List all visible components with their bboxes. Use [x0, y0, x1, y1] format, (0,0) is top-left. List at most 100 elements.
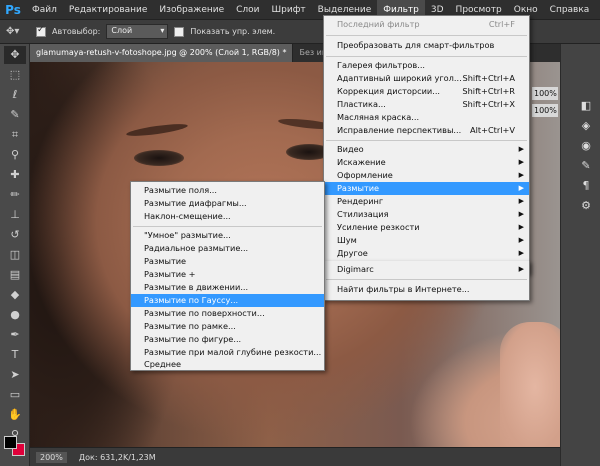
- photoshop-logo-icon: Ps: [5, 2, 21, 17]
- submenu-arrow-icon: ▶: [518, 236, 524, 244]
- blur-box[interactable]: Размытие по рамке...: [131, 320, 324, 333]
- menu-oil-paint[interactable]: Масляная краска...: [324, 111, 529, 124]
- submenu-arrow-icon: ▶: [518, 249, 524, 257]
- status-bar: 200% Док: 631,2K/1,23M: [30, 447, 560, 466]
- menu-blur[interactable]: Размытие ▶: [324, 182, 529, 195]
- blur-smart[interactable]: "Умное" размытие...: [131, 229, 324, 242]
- image-left-eye: [134, 150, 184, 166]
- submenu-arrow-icon: ▶: [518, 223, 524, 231]
- image-left-eyebrow: [125, 121, 189, 139]
- blur-tilt-shift[interactable]: Наклон-смещение...: [131, 210, 324, 223]
- pen-tool-icon[interactable]: ✒: [4, 326, 26, 344]
- show-controls-checkbox[interactable]: [174, 26, 185, 37]
- menu-pixelate[interactable]: Оформление ▶: [324, 169, 529, 182]
- autoselect-label: Автовыбор:: [52, 27, 101, 36]
- menu-separator: [326, 56, 527, 57]
- menu-edit[interactable]: Редактирование: [63, 0, 154, 20]
- lasso-tool-icon[interactable]: ℓ: [4, 86, 26, 104]
- brush-tool-icon[interactable]: ✏: [4, 186, 26, 204]
- menu-help[interactable]: Справка: [544, 0, 596, 20]
- move-tool-preset-icon[interactable]: ✥▾: [6, 24, 30, 40]
- submenu-arrow-icon: ▶: [518, 145, 524, 153]
- doc-tab-active[interactable]: glamumaya-retush-v-fotoshope.jpg @ 200% …: [30, 44, 294, 62]
- blur-more[interactable]: Размытие +: [131, 268, 324, 281]
- paths-panel-icon[interactable]: ✎: [578, 158, 594, 174]
- doc-size[interactable]: Док: 631,2K/1,23M: [79, 453, 156, 462]
- shape-tool-icon[interactable]: ▭: [4, 386, 26, 404]
- path-select-tool-icon[interactable]: ➤: [4, 366, 26, 384]
- menu-lens-correction[interactable]: Коррекция дисторсии... Shift+Ctrl+R: [324, 85, 529, 98]
- opacity-field[interactable]: 100%: [532, 87, 558, 100]
- filter-menu: Последний фильтр Ctrl+F Преобразовать для…: [323, 15, 530, 274]
- menu-adaptive-wide-angle[interactable]: Адаптивный широкий угол... Shift+Ctrl+A: [324, 72, 529, 85]
- channels-panel-icon[interactable]: ◉: [578, 138, 594, 154]
- submenu-arrow-icon: ▶: [518, 197, 524, 205]
- blur-average[interactable]: Среднее: [131, 359, 324, 370]
- menu-separator: [326, 279, 527, 280]
- submenu-arrow-icon: ▶: [518, 171, 524, 179]
- blur-surface[interactable]: Размытие по поверхности...: [131, 307, 324, 320]
- dodge-tool-icon[interactable]: ●: [4, 306, 26, 324]
- marquee-tool-icon[interactable]: ⬚: [4, 66, 26, 84]
- submenu-arrow-icon: ▶: [518, 265, 524, 273]
- layer-select[interactable]: Слой: [106, 24, 169, 39]
- foreground-color-swatch[interactable]: [4, 436, 17, 449]
- menu-other[interactable]: Другое ▶: [324, 247, 529, 260]
- quick-select-tool-icon[interactable]: ✎: [4, 106, 26, 124]
- blur-basic[interactable]: Размытие: [131, 255, 324, 268]
- show-controls-label: Показать упр. элем.: [190, 27, 276, 36]
- healing-brush-tool-icon[interactable]: ✚: [4, 166, 26, 184]
- menu-video[interactable]: Видео ▶: [324, 143, 529, 156]
- adjustments-panel-icon[interactable]: ¶: [578, 178, 594, 194]
- filter-menu-bottom: Digimarc ▶ Найти фильтры в Интернете...: [323, 261, 530, 301]
- submenu-arrow-icon: ▶: [518, 210, 524, 218]
- toolbox: ✥ ⬚ ℓ ✎ ⌗ ⚲ ✚ ✏ ⊥ ↺ ◫ ▤ ◆ ● ✒ T ➤ ▭ ✋ ⚲: [0, 44, 30, 466]
- menu-type[interactable]: Шрифт: [266, 0, 312, 20]
- properties-panel-icon[interactable]: ⚙: [578, 198, 594, 214]
- submenu-arrow-icon: ▶: [518, 158, 524, 166]
- eraser-tool-icon[interactable]: ◫: [4, 246, 26, 264]
- blur-iris[interactable]: Размытие диафрагмы...: [131, 197, 324, 210]
- menu-separator: [326, 35, 527, 36]
- menu-digimarc[interactable]: Digimarc ▶: [324, 263, 529, 276]
- submenu-arrow-icon: ▶: [518, 184, 524, 192]
- menu-render[interactable]: Рендеринг ▶: [324, 195, 529, 208]
- zoom-level[interactable]: 200%: [36, 451, 67, 463]
- menu-convert-smart-filters[interactable]: Преобразовать для смарт-фильтров: [324, 39, 529, 52]
- type-tool-icon[interactable]: T: [4, 346, 26, 364]
- blur-submenu: Размытие поля... Размытие диафрагмы... Н…: [130, 181, 325, 371]
- eyedropper-tool-icon[interactable]: ⚲: [4, 146, 26, 164]
- blur-gaussian[interactable]: Размытие по Гауссу...: [131, 294, 324, 307]
- menu-liquify[interactable]: Пластика... Shift+Ctrl+X: [324, 98, 529, 111]
- image-hand: [500, 322, 560, 447]
- menu-vanishing-point[interactable]: Исправление перспективы... Alt+Ctrl+V: [324, 124, 529, 137]
- layers-panel-icon[interactable]: ◈: [578, 118, 594, 134]
- autoselect-checkbox[interactable]: [36, 25, 46, 37]
- blur-radial[interactable]: Радиальное размытие...: [131, 242, 324, 255]
- menu-image[interactable]: Изображение: [153, 0, 230, 20]
- menu-layers[interactable]: Слои: [230, 0, 265, 20]
- blur-tool-icon[interactable]: ◆: [4, 286, 26, 304]
- blur-shape[interactable]: Размытие по фигуре...: [131, 333, 324, 346]
- menu-separator: [326, 140, 527, 141]
- clone-stamp-tool-icon[interactable]: ⊥: [4, 206, 26, 224]
- hand-tool-icon[interactable]: ✋: [4, 406, 26, 424]
- move-tool-icon[interactable]: ✥: [4, 46, 26, 64]
- menu-stylize[interactable]: Стилизация ▶: [324, 208, 529, 221]
- menu-separator: [133, 226, 322, 227]
- menu-browse-filters-online[interactable]: Найти фильтры в Интернете...: [324, 283, 529, 296]
- menu-noise[interactable]: Шум ▶: [324, 234, 529, 247]
- history-panel-icon[interactable]: ◧: [578, 98, 594, 114]
- menu-distort[interactable]: Искажение ▶: [324, 156, 529, 169]
- blur-field[interactable]: Размытие поля...: [131, 184, 324, 197]
- fill-field[interactable]: 100%: [532, 104, 558, 117]
- gradient-tool-icon[interactable]: ▤: [4, 266, 26, 284]
- menu-file[interactable]: Файл: [26, 0, 63, 20]
- crop-tool-icon[interactable]: ⌗: [4, 126, 26, 144]
- blur-lens[interactable]: Размытие при малой глубине резкости...: [131, 346, 324, 359]
- menu-last-filter: Последний фильтр Ctrl+F: [337, 19, 515, 29]
- menu-sharpen[interactable]: Усиление резкости ▶: [324, 221, 529, 234]
- menu-filter-gallery[interactable]: Галерея фильтров...: [324, 59, 529, 72]
- history-brush-tool-icon[interactable]: ↺: [4, 226, 26, 244]
- blur-motion[interactable]: Размытие в движении...: [131, 281, 324, 294]
